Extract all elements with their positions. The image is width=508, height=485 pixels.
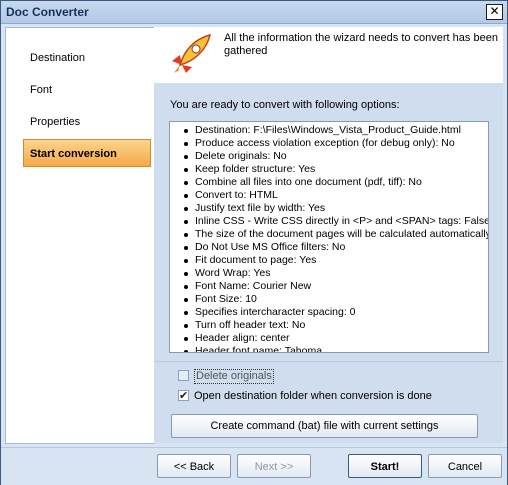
create-bat-file-button[interactable]: Create command (bat) file with current s…	[171, 414, 478, 438]
option-item: Justify text file by width: Yes	[170, 202, 488, 215]
option-item: Turn off header text: No	[170, 319, 488, 332]
wizard-header: All the information the wizard needs to …	[154, 27, 503, 83]
option-item: Word Wrap: Yes	[170, 267, 488, 280]
option-item: Do Not Use MS Office filters: No	[170, 241, 488, 254]
option-item: Destination: F:\Files\Windows_Vista_Prod…	[170, 124, 488, 137]
option-item: Combine all files into one document (pdf…	[170, 176, 488, 189]
next-button[interactable]: Next >>	[237, 454, 311, 478]
open-folder-label: Open destination folder when conversion …	[194, 390, 432, 402]
close-icon: ✕	[489, 4, 500, 18]
option-item: Delete originals: No	[170, 150, 488, 163]
delete-originals-checkbox[interactable]	[178, 370, 189, 381]
start-button[interactable]: Start!	[348, 454, 422, 478]
wizard-footer: << Back Next >> Start! Cancel	[1, 447, 507, 485]
option-item: Font Name: Courier New	[170, 280, 488, 293]
option-item: Produce access violation exception (for …	[170, 137, 488, 150]
option-item: Convert to: HTML	[170, 189, 488, 202]
wizard-content: All the information the wizard needs to …	[154, 27, 503, 443]
options-panel: Delete originals Open destination folder…	[154, 361, 503, 443]
ready-message: You are ready to convert with following …	[170, 99, 400, 111]
option-item: Font Size: 10	[170, 293, 488, 306]
options-list-box[interactable]: Destination: F:\Files\Windows_Vista_Prod…	[169, 121, 489, 353]
option-item: Header font name: Tahoma	[170, 345, 488, 352]
rocket-icon	[172, 33, 212, 73]
option-item: The size of the document pages will be c…	[170, 228, 488, 241]
window-title: Doc Converter	[6, 5, 89, 19]
sidebar-item-start-conversion[interactable]: Start conversion	[23, 139, 151, 167]
option-item: Inline CSS - Write CSS directly in <P> a…	[170, 215, 488, 228]
cancel-button[interactable]: Cancel	[428, 454, 502, 478]
delete-originals-label: Delete originals	[194, 369, 274, 384]
option-item: Keep folder structure: Yes	[170, 163, 488, 176]
wizard-steps-sidebar: Destination Font Properties Start conver…	[5, 27, 155, 444]
options-list: Destination: F:\Files\Windows_Vista_Prod…	[170, 122, 488, 352]
open-folder-checkbox[interactable]	[178, 388, 189, 404]
doc-converter-window: Doc Converter ✕ Destination Font Propert…	[0, 0, 508, 485]
sidebar-item-font[interactable]: Font	[24, 76, 152, 104]
title-bar[interactable]: Doc Converter ✕	[1, 1, 507, 24]
sidebar-item-properties[interactable]: Properties	[24, 108, 152, 136]
option-item: Header align: center	[170, 332, 488, 345]
option-item: Fit document to page: Yes	[170, 254, 488, 267]
header-message: All the information the wizard needs to …	[224, 32, 498, 57]
close-button[interactable]: ✕	[486, 4, 503, 20]
sidebar-item-destination[interactable]: Destination	[24, 44, 152, 72]
back-button[interactable]: << Back	[157, 454, 231, 478]
option-item: Specifies intercharacter spacing: 0	[170, 306, 488, 319]
